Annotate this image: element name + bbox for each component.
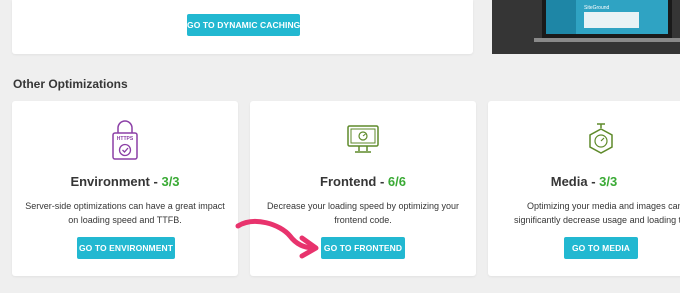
media-card: Media - 3/3 Optimizing your media and im… [488,101,680,276]
description-line: Optimizing your media and images can [527,201,680,211]
go-to-media-button[interactable]: GO TO MEDIA [564,237,638,259]
environment-title: Environment - 3/3 [12,174,238,189]
monitor-icon [347,125,379,153]
description-line: Server-side optimizations can have a gre… [25,201,225,211]
description-line: on loading speed and TTFB. [68,215,182,225]
description-line: Decrease your loading speed by optimizin… [266,201,460,211]
environment-card: HTTPS Environment - 3/3 Server-side opti… [12,101,238,276]
score: 3/3 [599,174,618,189]
frontend-title: Frontend - 6/6 [250,174,476,189]
card-title: Environment [70,174,150,189]
laptop-illustration: SiteGround [534,0,680,42]
environment-description: Server-side optimizations can have a gre… [12,199,238,227]
media-description: Optimizing your media and images can sig… [514,199,680,227]
media-timer-icon [589,123,613,154]
go-to-frontend-button[interactable]: GO TO FRONTEND [321,237,405,259]
title-separator: - [587,174,600,189]
lock-icon: HTTPS [112,120,138,160]
annotation-arrow [235,219,319,259]
score: 3/3 [161,174,180,189]
title-separator: - [376,174,388,189]
title-separator: - [149,174,162,189]
card-title: Media [550,174,588,189]
section-title: Other Optimizations [13,77,128,91]
go-to-environment-button[interactable]: GO TO ENVIRONMENT [77,237,175,259]
dynamic-caching-card: GO TO DYNAMIC CACHING [12,0,473,54]
score: 6/6 [387,174,406,189]
card-title: Frontend [320,174,377,189]
media-title: Media - 3/3 [488,174,680,189]
go-to-dynamic-caching-button[interactable]: GO TO DYNAMIC CACHING [187,14,300,36]
description-line: significantly decrease usage and loading… [514,215,680,225]
promo-image-panel: SiteGround [492,0,680,54]
lock-icon-label: HTTPS [117,136,134,142]
promo-logo-text: SiteGround [584,5,610,11]
